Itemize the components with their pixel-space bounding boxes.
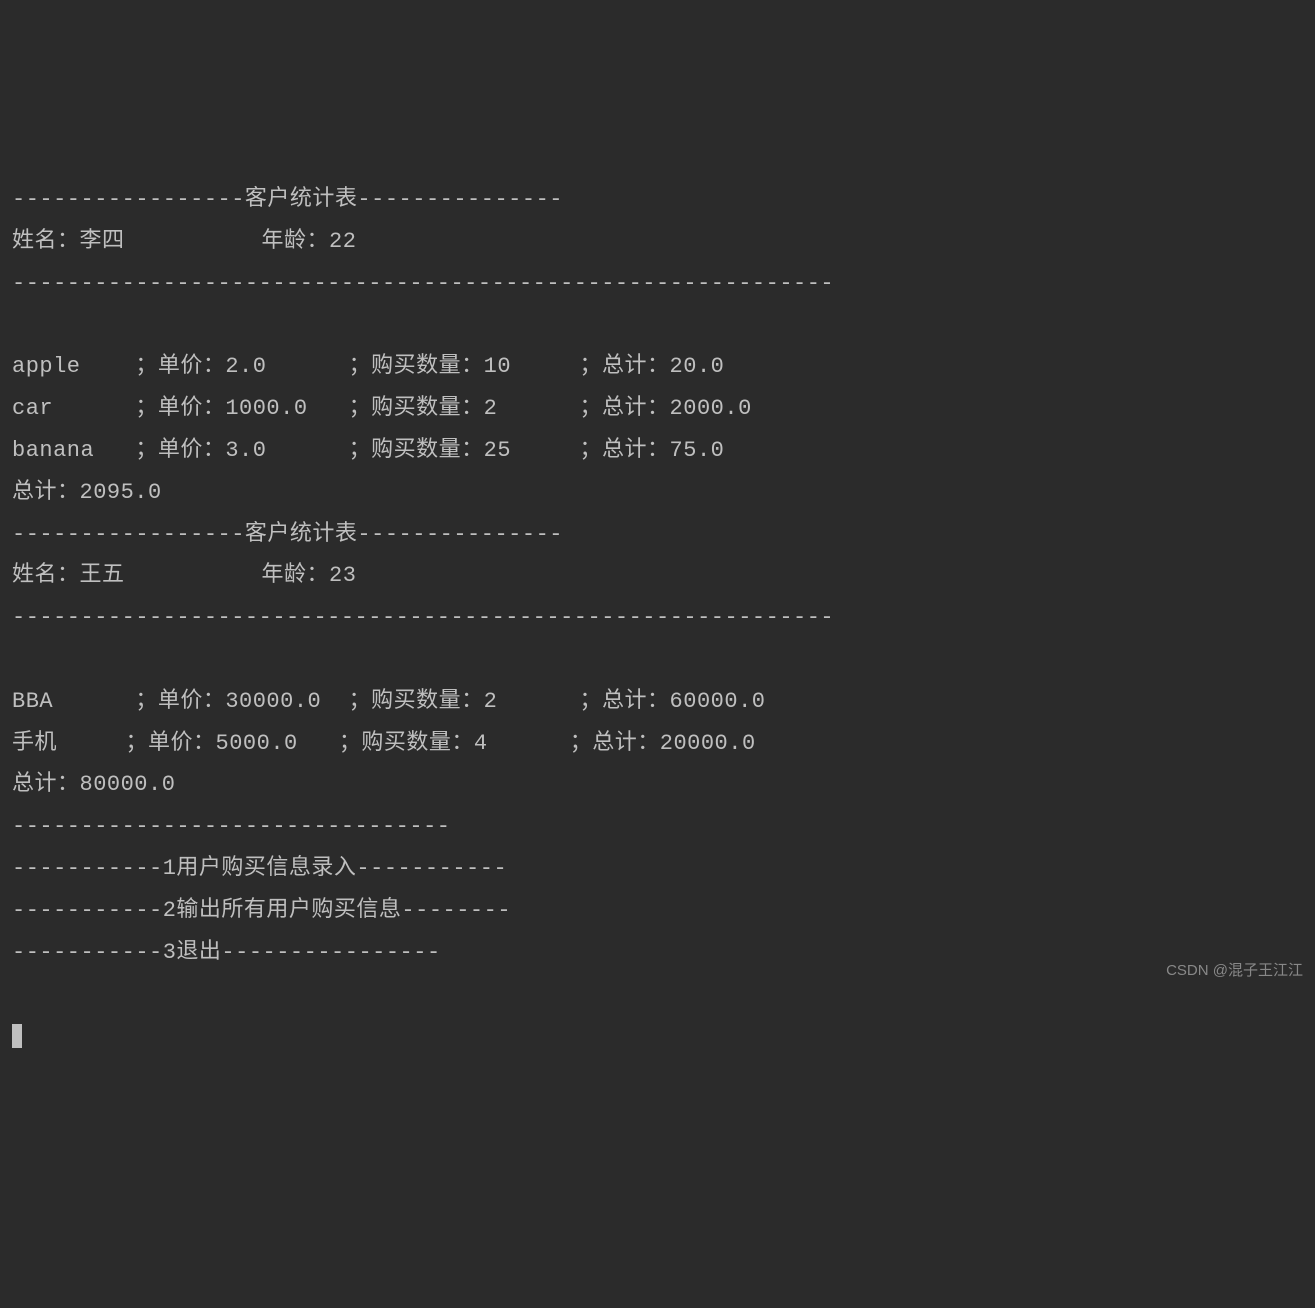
terminal-output: -----------------客户统计表---------------姓名：… (12, 179, 1303, 973)
customer-total: 总计：2095.0 (12, 472, 1303, 514)
menu-option-1: -----------1用户购买信息录入----------- (12, 848, 1303, 890)
customer-header: -----------------客户统计表--------------- (12, 514, 1303, 556)
blank-line (12, 305, 1303, 347)
menu-option-3: -----------3退出---------------- (12, 932, 1303, 974)
divider: ----------------------------------------… (12, 597, 1303, 639)
customer-info-row: 姓名：李四 年龄：22 (12, 221, 1303, 263)
customer-header: -----------------客户统计表--------------- (12, 179, 1303, 221)
divider: ----------------------------------------… (12, 263, 1303, 305)
menu-option-2: -----------2输出所有用户购买信息-------- (12, 890, 1303, 932)
item-row: BBA ；单价：30000.0 ；购买数量：2 ；总计：60000.0 (12, 681, 1303, 723)
blank-line (12, 639, 1303, 681)
watermark: CSDN @混子王江江 (1166, 957, 1303, 986)
item-row: 手机 ；单价：5000.0 ；购买数量：4 ；总计：20000.0 (12, 723, 1303, 765)
item-row: apple ；单价：2.0 ；购买数量：10 ；总计：20.0 (12, 346, 1303, 388)
item-row: banana ；单价：3.0 ；购买数量：25 ；总计：75.0 (12, 430, 1303, 472)
cursor (12, 1024, 22, 1048)
customer-info-row: 姓名：王五 年龄：23 (12, 555, 1303, 597)
menu-divider: -------------------------------- (12, 806, 1303, 848)
item-row: car ；单价：1000.0 ；购买数量：2 ；总计：2000.0 (12, 388, 1303, 430)
customer-total: 总计：80000.0 (12, 764, 1303, 806)
